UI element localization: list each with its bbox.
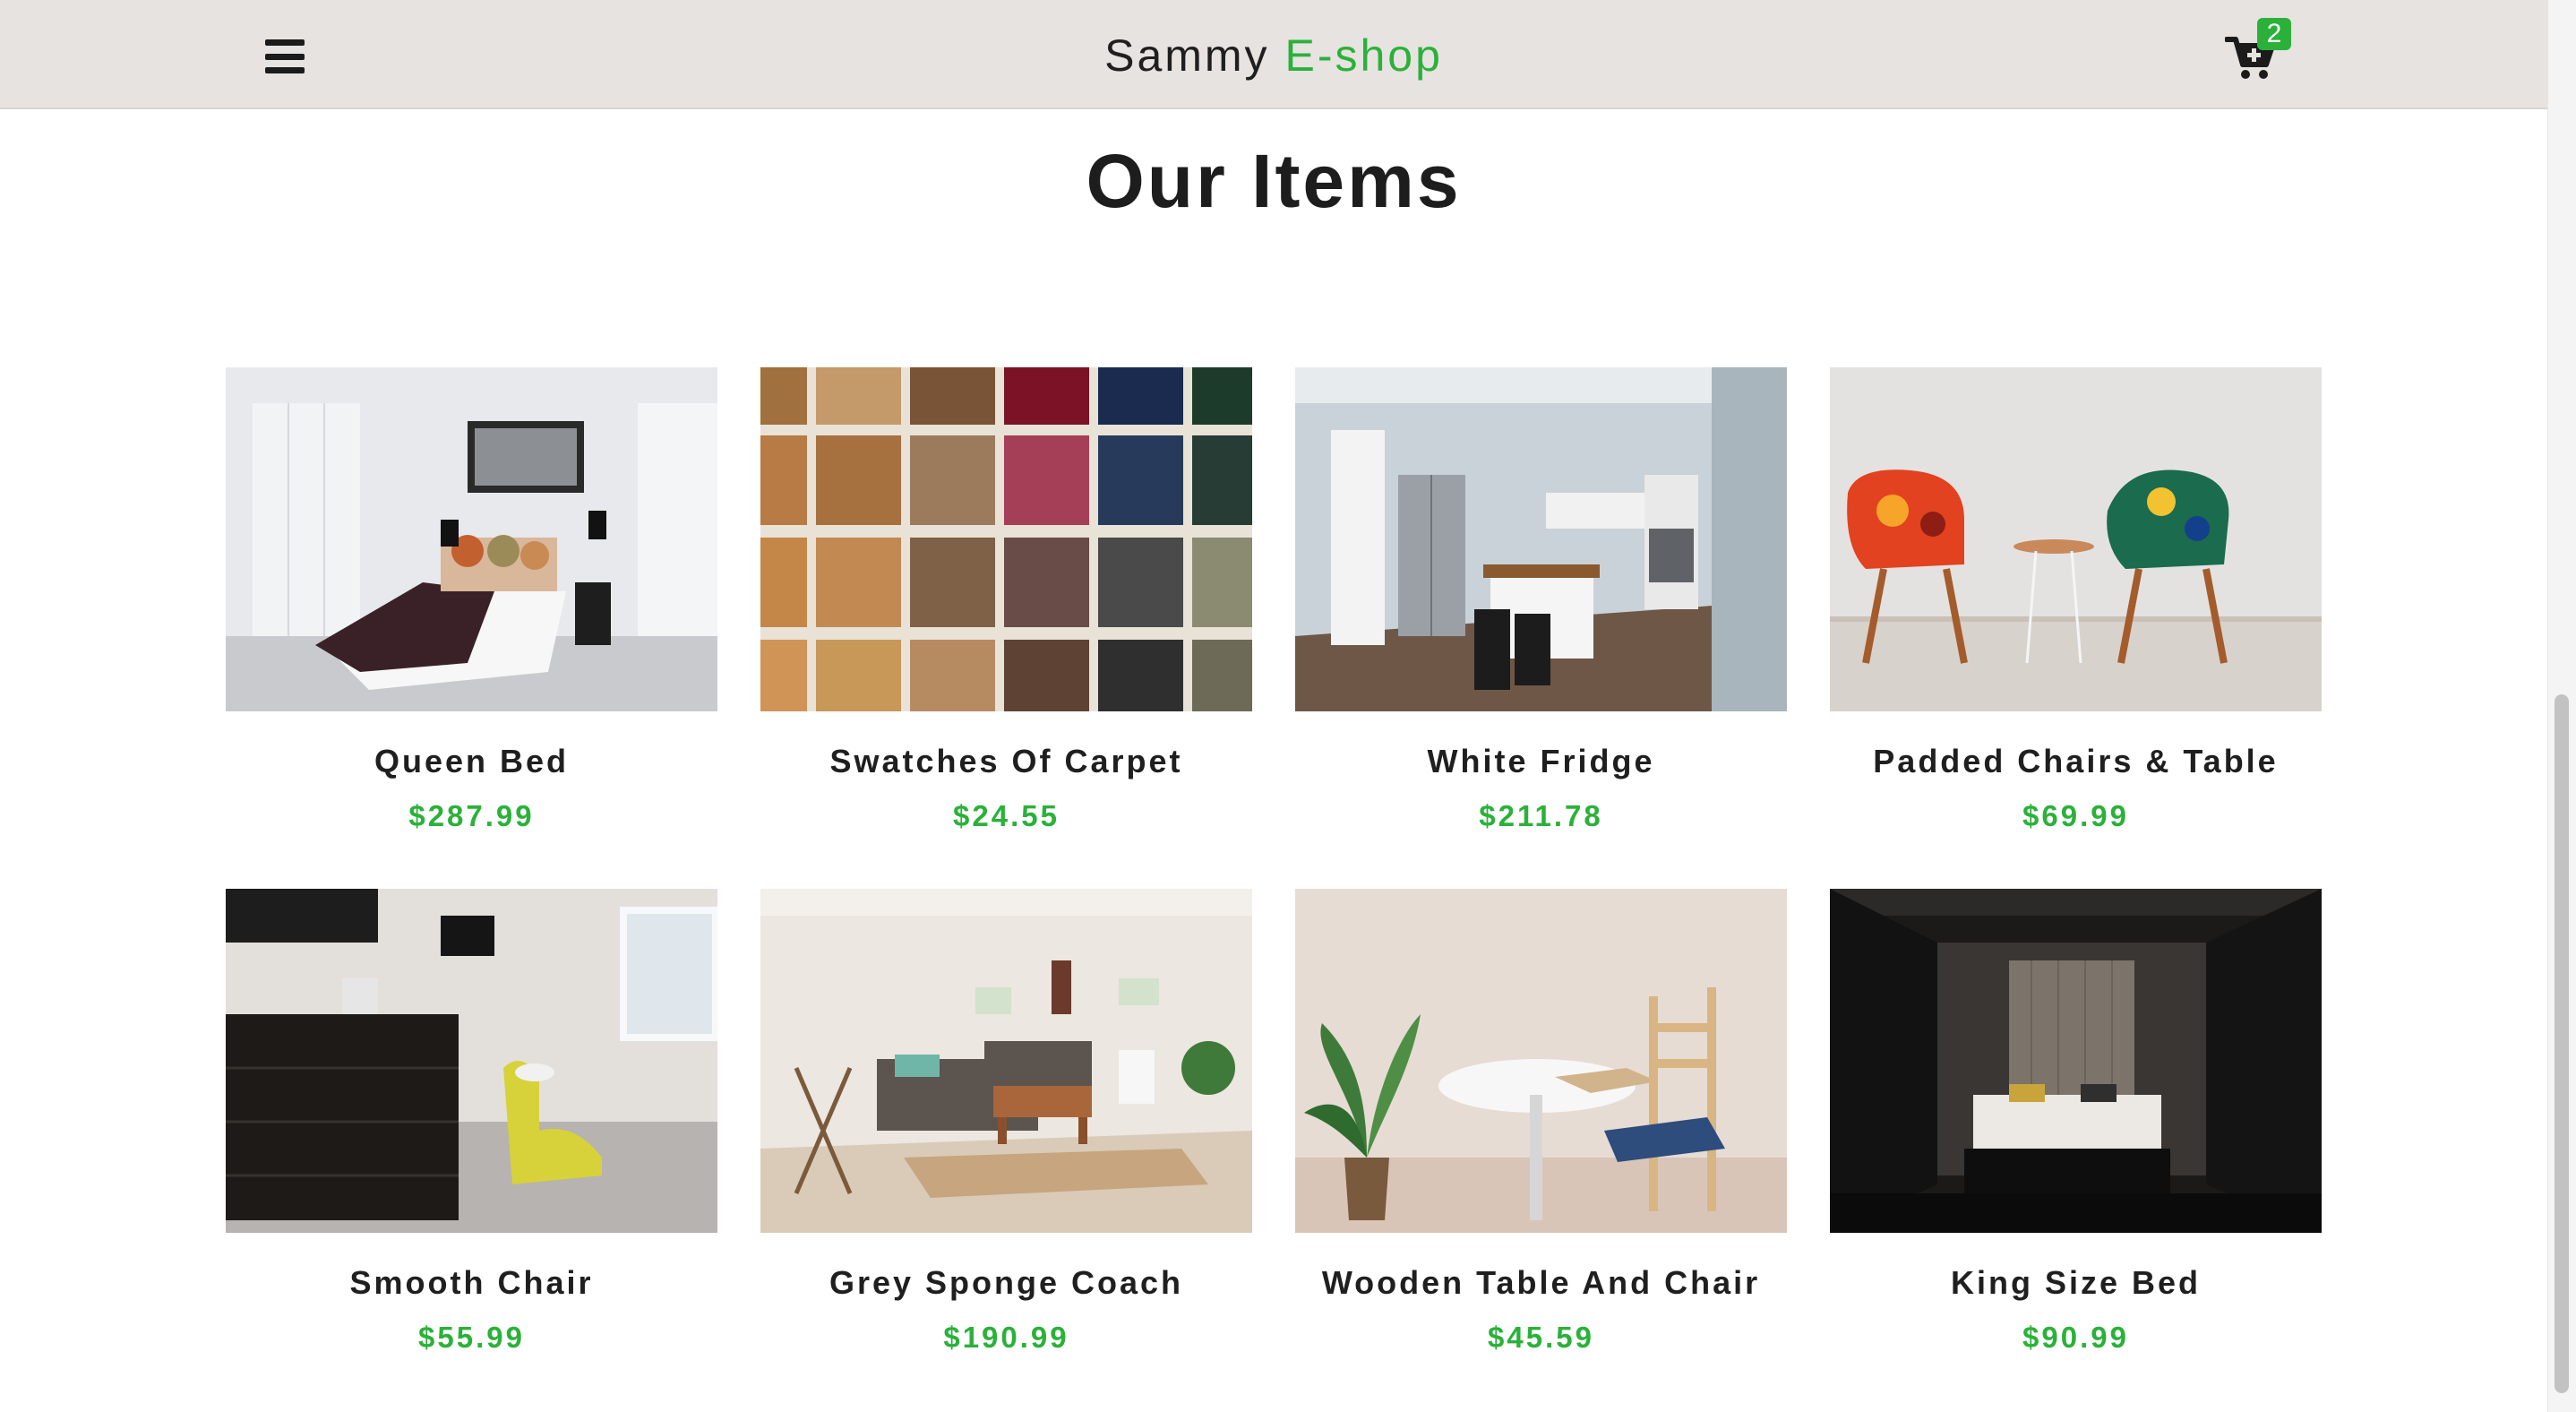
product-card[interactable]: Grey Sponge Coach $190.99	[760, 889, 1252, 1410]
brand-accent: E-shop	[1284, 30, 1443, 81]
product-card[interactable]: Queen Bed $287.99	[226, 367, 717, 889]
product-name[interactable]: Swatches Of Carpet	[760, 742, 1252, 781]
product-card[interactable]: Smooth Chair $55.99	[226, 889, 717, 1410]
product-image[interactable]	[1295, 889, 1787, 1233]
product-image[interactable]	[760, 367, 1252, 711]
product-card[interactable]: King Size Bed $90.99	[1830, 889, 2322, 1410]
cart-count-badge: 2	[2257, 18, 2291, 50]
product-image[interactable]	[760, 889, 1252, 1233]
product-card[interactable]: Padded Chairs & Table $69.99	[1830, 367, 2322, 889]
product-name[interactable]: Smooth Chair	[226, 1263, 717, 1303]
product-price: $69.99	[2022, 799, 2129, 832]
product-card[interactable]: Swatches Of Carpet $24.55	[760, 367, 1252, 889]
product-price: $287.99	[408, 799, 535, 832]
product-price: $211.78	[1479, 799, 1603, 832]
product-name[interactable]: Padded Chairs & Table	[1830, 742, 2322, 781]
product-name[interactable]: Queen Bed	[226, 742, 717, 781]
page-title: Our Items	[1086, 139, 1462, 223]
product-name[interactable]: Wooden Table And Chair	[1295, 1263, 1787, 1303]
product-price: $190.99	[943, 1321, 1069, 1354]
product-name[interactable]: King Size Bed	[1830, 1263, 2322, 1303]
product-card[interactable]: White Fridge $211.78	[1295, 367, 1787, 889]
product-name[interactable]: Grey Sponge Coach	[760, 1263, 1252, 1303]
product-name[interactable]: White Fridge	[1295, 742, 1787, 781]
product-image[interactable]	[226, 889, 717, 1233]
cart-button[interactable]: 2	[2225, 18, 2291, 82]
product-image[interactable]	[1830, 367, 2322, 711]
product-image[interactable]	[1295, 367, 1787, 711]
product-price: $24.55	[953, 799, 1060, 832]
product-image[interactable]	[226, 367, 717, 711]
product-card[interactable]: Wooden Table And Chair $45.59	[1295, 889, 1787, 1410]
scrollbar-thumb[interactable]	[2555, 694, 2569, 1393]
navbar: Sammy E-shop 2	[0, 0, 2547, 109]
product-price: $45.59	[1488, 1321, 1594, 1354]
brand-logo[interactable]: Sammy E-shop	[0, 27, 2547, 84]
product-price: $55.99	[418, 1321, 525, 1354]
product-price: $90.99	[2022, 1321, 2129, 1354]
product-grid: Queen Bed $287.99 Swatches Of Carpet $24…	[226, 367, 2322, 1410]
brand-name: Sammy	[1104, 30, 1270, 81]
product-image[interactable]	[1830, 889, 2322, 1233]
